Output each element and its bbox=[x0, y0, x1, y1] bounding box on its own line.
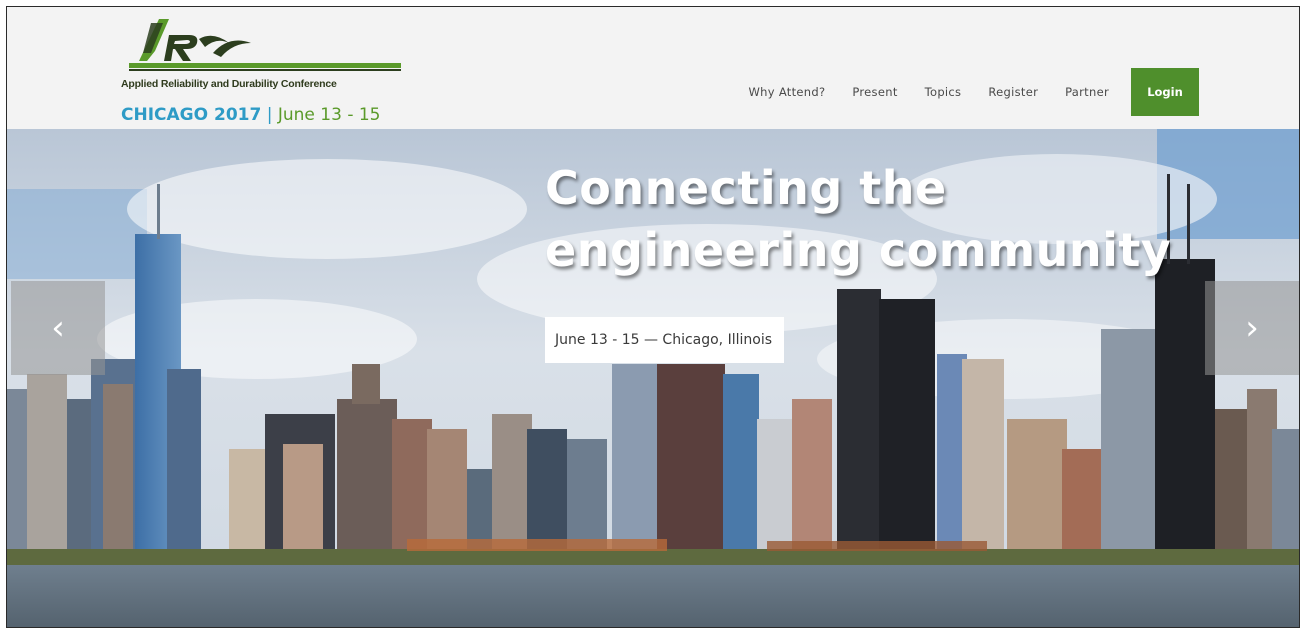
event-dates: June 13 - 15 bbox=[277, 105, 381, 125]
conference-full-name: Applied Reliability and Durability Confe… bbox=[121, 78, 337, 90]
event-separator: | bbox=[266, 105, 273, 125]
main-navigation: Why Attend? Present Topics Register Part… bbox=[722, 68, 1199, 116]
nav-topics[interactable]: Topics bbox=[925, 85, 962, 99]
site-header: Applied Reliability and Durability Confe… bbox=[7, 7, 1299, 129]
hero-headline: Connecting the engineering community bbox=[545, 157, 1285, 281]
carousel-next-button[interactable]: › bbox=[1205, 281, 1299, 375]
conference-logo[interactable]: Applied Reliability and Durability Confe… bbox=[117, 13, 407, 128]
hero-carousel: Connecting the engineering community Jun… bbox=[7, 129, 1299, 627]
nav-present[interactable]: Present bbox=[852, 85, 897, 99]
hero-headline-line-1: Connecting the bbox=[545, 161, 947, 215]
nav-partner[interactable]: Partner bbox=[1065, 85, 1109, 99]
ardc-logo-mark bbox=[129, 19, 401, 71]
event-headline: CHICAGO 2017 | June 13 - 15 bbox=[121, 105, 381, 125]
browser-viewport: Applied Reliability and Durability Confe… bbox=[6, 6, 1300, 628]
hero-headline-line-2: engineering community bbox=[545, 223, 1172, 277]
login-button[interactable]: Login bbox=[1131, 68, 1199, 116]
event-date-location: June 13 - 15 — Chicago, Illinois bbox=[545, 317, 785, 363]
chevron-left-icon: ‹ bbox=[51, 308, 65, 348]
nav-why-attend[interactable]: Why Attend? bbox=[749, 85, 826, 99]
carousel-prev-button[interactable]: ‹ bbox=[11, 281, 105, 375]
nav-register[interactable]: Register bbox=[988, 85, 1038, 99]
chevron-right-icon: › bbox=[1245, 308, 1259, 348]
event-city-year: CHICAGO 2017 bbox=[121, 105, 262, 125]
